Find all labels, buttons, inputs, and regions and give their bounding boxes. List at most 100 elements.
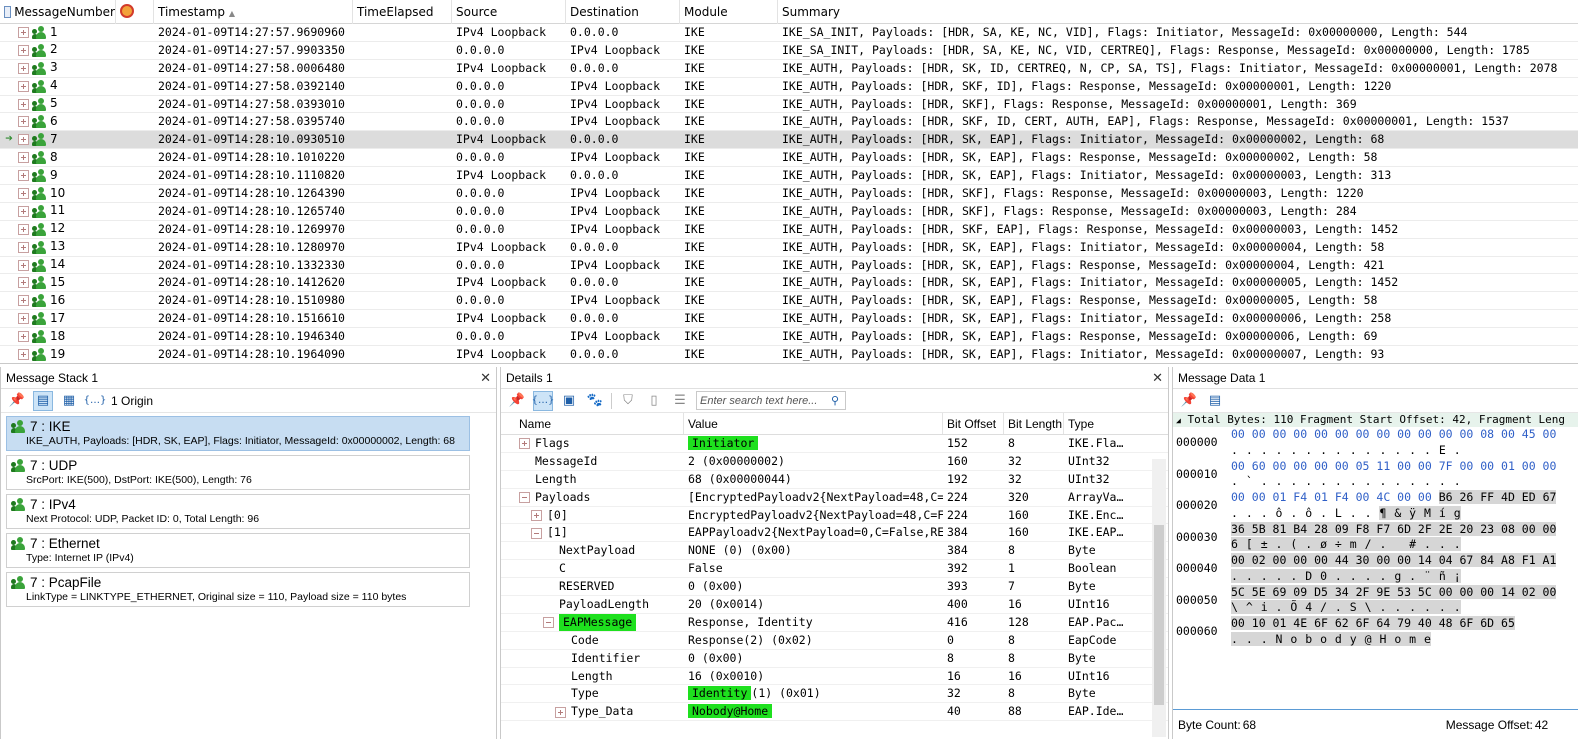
expand-icon[interactable] [18,98,29,110]
col-header-type[interactable]: Type [1064,413,1152,434]
message-row[interactable]: 11 2024-01-09T14:28:10.1265740 0.0.0.0 IPv4… [0,203,1578,221]
expand-icon[interactable] [18,187,29,199]
hex-view-icon[interactable]: ▤ [1205,391,1225,411]
detail-row[interactable]: [0] EncryptedPayloadv2{NextPayload=48,C=F… [501,507,1168,525]
expand-icon[interactable] [18,259,29,271]
search-icon[interactable]: ⚲ [831,394,845,407]
hex-ascii[interactable]: \ ^ i . Õ 4 / . S \ . . . . . . [1231,600,1578,616]
expand-icon[interactable] [18,170,29,182]
expand-icon[interactable] [18,205,29,217]
message-row[interactable]: 8 2024-01-09T14:28:10.1010220 0.0.0.0 IPv4 … [0,149,1578,168]
detail-row[interactable]: MessageId 2 (0x00000002) 160 32 UInt32 [501,453,1168,471]
hex-bytes[interactable]: 00 02 00 00 00 44 30 00 00 14 04 67 84 A… [1231,553,1578,569]
message-row[interactable]: 6 2024-01-09T14:27:58.0395740 0.0.0.0 IPv4 … [0,113,1578,132]
pin-icon[interactable]: 📌 [1179,391,1199,411]
column-chooser-icon[interactable] [4,6,12,18]
hex-view[interactable]: ◢ Total Bytes: 110 Fragment Start Offset… [1173,413,1578,648]
hex-ascii[interactable]: 6 [ ± . ( . ø ÷ m / . # . . . [1231,537,1578,553]
message-row[interactable]: 9 2024-01-09T14:28:10.1110820 IPv4 Loopbac… [0,167,1578,186]
stacked-view-icon[interactable]: ▤ [33,390,53,411]
col-header-bit-length[interactable]: Bit Length [1004,413,1064,434]
message-row[interactable]: 14 2024-01-09T14:28:10.1332330 0.0.0.0 IPv4… [0,257,1578,275]
detail-row[interactable]: Payloads [EncryptedPayloadv2{NextPayload=… [501,489,1168,507]
expand-icon[interactable] [18,277,29,289]
expand-icon[interactable] [18,152,29,164]
stack-item[interactable]: 7 : Ethernet Type: Internet IP (IPv4) [6,533,470,568]
expand-icon[interactable] [531,510,542,522]
col-header-destination[interactable]: Destination [566,0,680,24]
expand-icon[interactable] [18,223,29,235]
detail-row[interactable]: EAPMessage Response, Identity 416 128 EAP.Pa… [501,613,1168,632]
col-header-timestamp[interactable]: Timestamp ▲ [154,0,353,24]
expand-icon[interactable] [18,313,29,325]
col-header-module[interactable]: Module [680,0,778,24]
hex-bytes[interactable]: 00 10 01 4E 6F 62 6F 64 79 40 48 6F 6D 6… [1231,616,1578,632]
details-scrollbar[interactable] [1152,459,1166,737]
col-header-name[interactable]: Name [501,413,684,434]
expand-icon[interactable] [555,706,566,718]
detail-row[interactable]: Length 68 (0x00000044) 192 32 UInt32 [501,471,1168,489]
hex-ascii[interactable]: . . . N o b o d y @ H o m e [1231,631,1578,648]
expand-icon[interactable] [18,26,29,38]
message-row[interactable]: 1 2024-01-09T14:27:57.9690960 IPv4 Loopbac… [0,24,1578,42]
pin-icon[interactable]: 📌 [507,391,527,411]
expand-icon[interactable] [18,331,29,343]
close-icon[interactable]: ✕ [480,367,491,389]
collapse-triangle-icon[interactable]: ◢ [1176,416,1181,425]
expand-icon[interactable] [18,134,29,146]
collapse-icon[interactable] [543,617,554,629]
detail-row[interactable]: [1] EAPPayloadv2{NextPayload=0,C=False,RE… [501,524,1168,543]
hex-bytes[interactable]: 00 00 01 F4 01 F4 00 4C 00 00 B6 26 FF 4… [1231,490,1578,506]
expand-icon[interactable] [18,295,29,307]
hex-ascii[interactable]: . . . ô . ô . L . . ¶ & ÿ M í g [1231,505,1578,522]
hex-ascii[interactable]: . . . . . D 0 . . . . g . ¨ ñ ¡ [1231,568,1578,585]
col-header-time-elapsed[interactable]: TimeElapsed [353,0,452,24]
message-row[interactable]: 4 2024-01-09T14:27:58.0392140 0.0.0.0 IPv4 … [0,78,1578,96]
message-row[interactable]: 3 2024-01-09T14:27:58.0006480 IPv4 Loopbac… [0,60,1578,78]
col-header-flag[interactable] [116,0,154,24]
message-row[interactable]: 15 2024-01-09T14:28:10.1412620 IPv4 Loopba… [0,274,1578,293]
collapse-icon[interactable] [531,527,542,539]
stack-item[interactable]: 7 : PcapFile LinkType = LINKTYPE_ETHERNET… [6,572,470,607]
hex-ascii[interactable]: . ` . . . . . . . . . . . . . . [1231,474,1578,490]
message-row[interactable]: 17 2024-01-09T14:28:10.1516610 IPv4 Loopba… [0,310,1578,329]
detail-row[interactable]: Code Response(2) (0x02) 0 8 EapCode [501,632,1168,650]
message-row[interactable]: 13 2024-01-09T14:28:10.1280970 IPv4 Loopba… [0,239,1578,257]
detail-row[interactable]: Flags Initiator 152 8 IKE.Fla… [501,435,1168,453]
hex-bytes[interactable]: 5C 5E 69 09 D5 34 2F 9E 53 5C 00 00 00 1… [1231,584,1578,601]
expand-icon[interactable] [18,62,29,74]
hex-bytes[interactable]: 00 60 00 00 00 00 05 11 00 00 7F 00 00 0… [1231,459,1578,475]
message-row[interactable]: 2 2024-01-09T14:27:57.9903350 0.0.0.0 IPv4 … [0,42,1578,60]
collapse-icon[interactable] [519,492,530,504]
expand-icon[interactable] [18,116,29,128]
hex-bytes[interactable]: 36 5B 81 B4 28 09 F8 F7 6D 2F 2E 20 23 0… [1231,521,1578,538]
stack-item[interactable]: 7 : IPv4 Next Protocol: UDP, Packet ID: 0… [6,494,470,529]
hex-bytes[interactable]: 00 00 00 00 00 00 00 00 00 00 00 00 08 0… [1231,427,1578,443]
tree-icon[interactable]: ☰ [670,391,690,411]
message-row[interactable]: 16 2024-01-09T14:28:10.1510980 0.0.0.0 IPv4… [0,292,1578,311]
braces-icon[interactable]: {…} [84,391,107,411]
stack-item[interactable]: 7 : IKE IKE_AUTH, Payloads: [HDR, SK, EAP… [6,416,470,451]
detail-row[interactable]: Type_Data Nobody@Home 40 88 EAP.Ide… [501,703,1168,722]
col-header-summary[interactable]: Summary [778,0,1578,24]
message-row[interactable]: 5 2024-01-09T14:27:58.0393010 0.0.0.0 IPv4 … [0,96,1578,114]
hex-ascii[interactable]: . . . . . . . . . . . . . . E . [1231,443,1578,459]
detail-row[interactable]: C False 392 1 Boolean [501,560,1168,579]
grid-view-icon[interactable]: ▦ [59,391,79,411]
detail-row[interactable]: RESERVED 0 (0x00) 393 7 Byte [501,578,1168,597]
expand-icon[interactable] [18,348,29,360]
search-input[interactable]: Enter search text here... ⚲ [696,391,846,410]
message-row[interactable]: 19 2024-01-09T14:28:10.1964090 IPv4 Loopba… [0,346,1578,363]
close-icon[interactable]: ✕ [1152,367,1163,389]
scrollbar-thumb[interactable] [1154,525,1164,705]
braces-icon[interactable]: {…} [532,390,554,411]
column-icon[interactable]: ▯ [644,391,664,411]
expand-icon[interactable] [18,44,29,56]
message-row[interactable]: 10 2024-01-09T14:28:10.1264390 0.0.0.0 IPv4… [0,185,1578,203]
detail-row[interactable]: Type Identity (1) (0x01) 32 8 Byte [501,685,1168,704]
decode-icon[interactable]: ▣ [559,391,579,411]
message-row[interactable]: 12 2024-01-09T14:28:10.1269970 0.0.0.0 IPv4… [0,221,1578,239]
detail-row[interactable]: Length 16 (0x0010) 16 16 UInt16 [501,668,1168,686]
detail-row[interactable]: Identifier 0 (0x00) 8 8 Byte [501,650,1168,668]
filter-icon[interactable]: ⛉ [618,391,638,411]
